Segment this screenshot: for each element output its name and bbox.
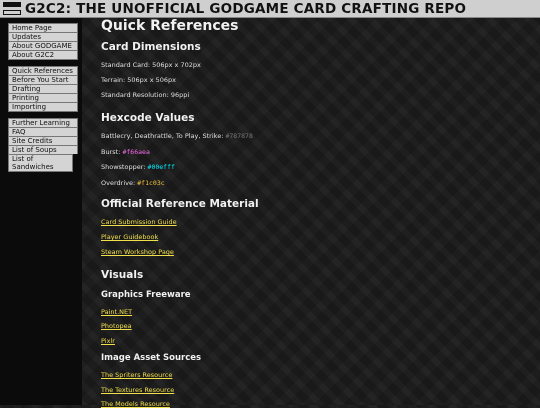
link-photopea[interactable]: Photopea [101, 322, 132, 330]
sidebar-item-importing[interactable]: Importing [8, 102, 78, 112]
hexcode-value: #787878 [225, 132, 253, 140]
link-textures-resource[interactable]: The Textures Resource [101, 386, 174, 394]
nav-group-main: Home Page Updates About GODGAME About G2… [8, 23, 78, 60]
image-asset-sources-heading: Image Asset Sources [101, 353, 202, 363]
standard-resolution: Standard Resolution: 96ppi [101, 91, 190, 99]
standard-card-dimension: Standard Card: 506px x 702px [101, 61, 201, 69]
hexcode-values-heading: Hexcode Values [101, 112, 195, 124]
link-player-guidebook[interactable]: Player Guidebook [101, 233, 158, 241]
hexcode-value: #f66aea [122, 148, 150, 156]
sidebar-item-updates[interactable]: Updates [8, 32, 78, 41]
sidebar-item-about-godgame[interactable]: About GODGAME [8, 41, 78, 50]
official-reference-heading: Official Reference Material [101, 198, 259, 210]
sidebar-item-site-credits[interactable]: Site Credits [8, 136, 78, 145]
sidebar-item-drafting[interactable]: Drafting [8, 84, 78, 93]
site-title: G2C2: THE UNOFFICIAL GODGAME CARD CRAFTI… [25, 0, 467, 17]
main-content: Quick References Card Dimensions Standar… [101, 17, 531, 408]
hexcode-row-burst: Burst: #f66aea [101, 148, 150, 156]
hexcode-row-showstopper: Showstopper: #00efff [101, 163, 175, 171]
link-paint-net[interactable]: Paint.NET [101, 308, 132, 316]
sidebar-item-quick-references[interactable]: Quick References [8, 66, 78, 75]
card-dimensions-heading: Card Dimensions [101, 41, 201, 53]
sidebar-item-further-learning[interactable]: Further Learning [8, 118, 78, 127]
sidebar-item-home-page[interactable]: Home Page [8, 23, 78, 32]
graphics-freeware-heading: Graphics Freeware [101, 290, 191, 300]
hexcode-value: #00efff [147, 163, 175, 171]
hexcode-label: Burst: [101, 148, 121, 156]
hexcode-row-overdrive: Overdrive: #f1c03c [101, 179, 165, 187]
link-spriters-resource[interactable]: The Spriters Resource [101, 371, 172, 379]
sidebar-item-list-of-soups[interactable]: List of Soups [8, 145, 78, 154]
hexcode-label: Showstopper: [101, 163, 146, 171]
sidebar-item-about-g2c2[interactable]: About G2C2 [8, 50, 78, 60]
visuals-heading: Visuals [101, 269, 144, 281]
link-steam-workshop-page[interactable]: Steam Workshop Page [101, 248, 174, 256]
site-header: G2C2: THE UNOFFICIAL GODGAME CARD CRAFTI… [0, 0, 540, 18]
nav-group-extras: Further Learning FAQ Site Credits List o… [8, 118, 78, 172]
hexcode-label: Overdrive: [101, 179, 136, 187]
link-pixlr[interactable]: Pixlr [101, 337, 115, 345]
sidebar-item-before-you-start[interactable]: Before You Start [8, 75, 78, 84]
sidebar-item-faq[interactable]: FAQ [8, 127, 78, 136]
hexcode-value: #f1c03c [137, 179, 165, 187]
sidebar-item-list-of-sandwiches[interactable]: List of Sandwiches [8, 154, 73, 172]
sidebar-nav: Home Page Updates About GODGAME About G2… [0, 18, 82, 405]
sidebar-item-printing[interactable]: Printing [8, 93, 78, 102]
nav-group-guides: Quick References Before You Start Drafti… [8, 66, 78, 112]
site-logo-icon [3, 2, 21, 15]
link-card-submission-guide[interactable]: Card Submission Guide [101, 218, 177, 226]
hexcode-label: Battlecry, Deathrattle, To Play, Strike: [101, 132, 224, 140]
page-title: Quick References [101, 18, 239, 34]
terrain-dimension: Terrain: 506px x 506px [101, 76, 176, 84]
link-models-resource[interactable]: The Models Resource [101, 400, 170, 408]
hexcode-row-battlecry: Battlecry, Deathrattle, To Play, Strike:… [101, 132, 253, 140]
